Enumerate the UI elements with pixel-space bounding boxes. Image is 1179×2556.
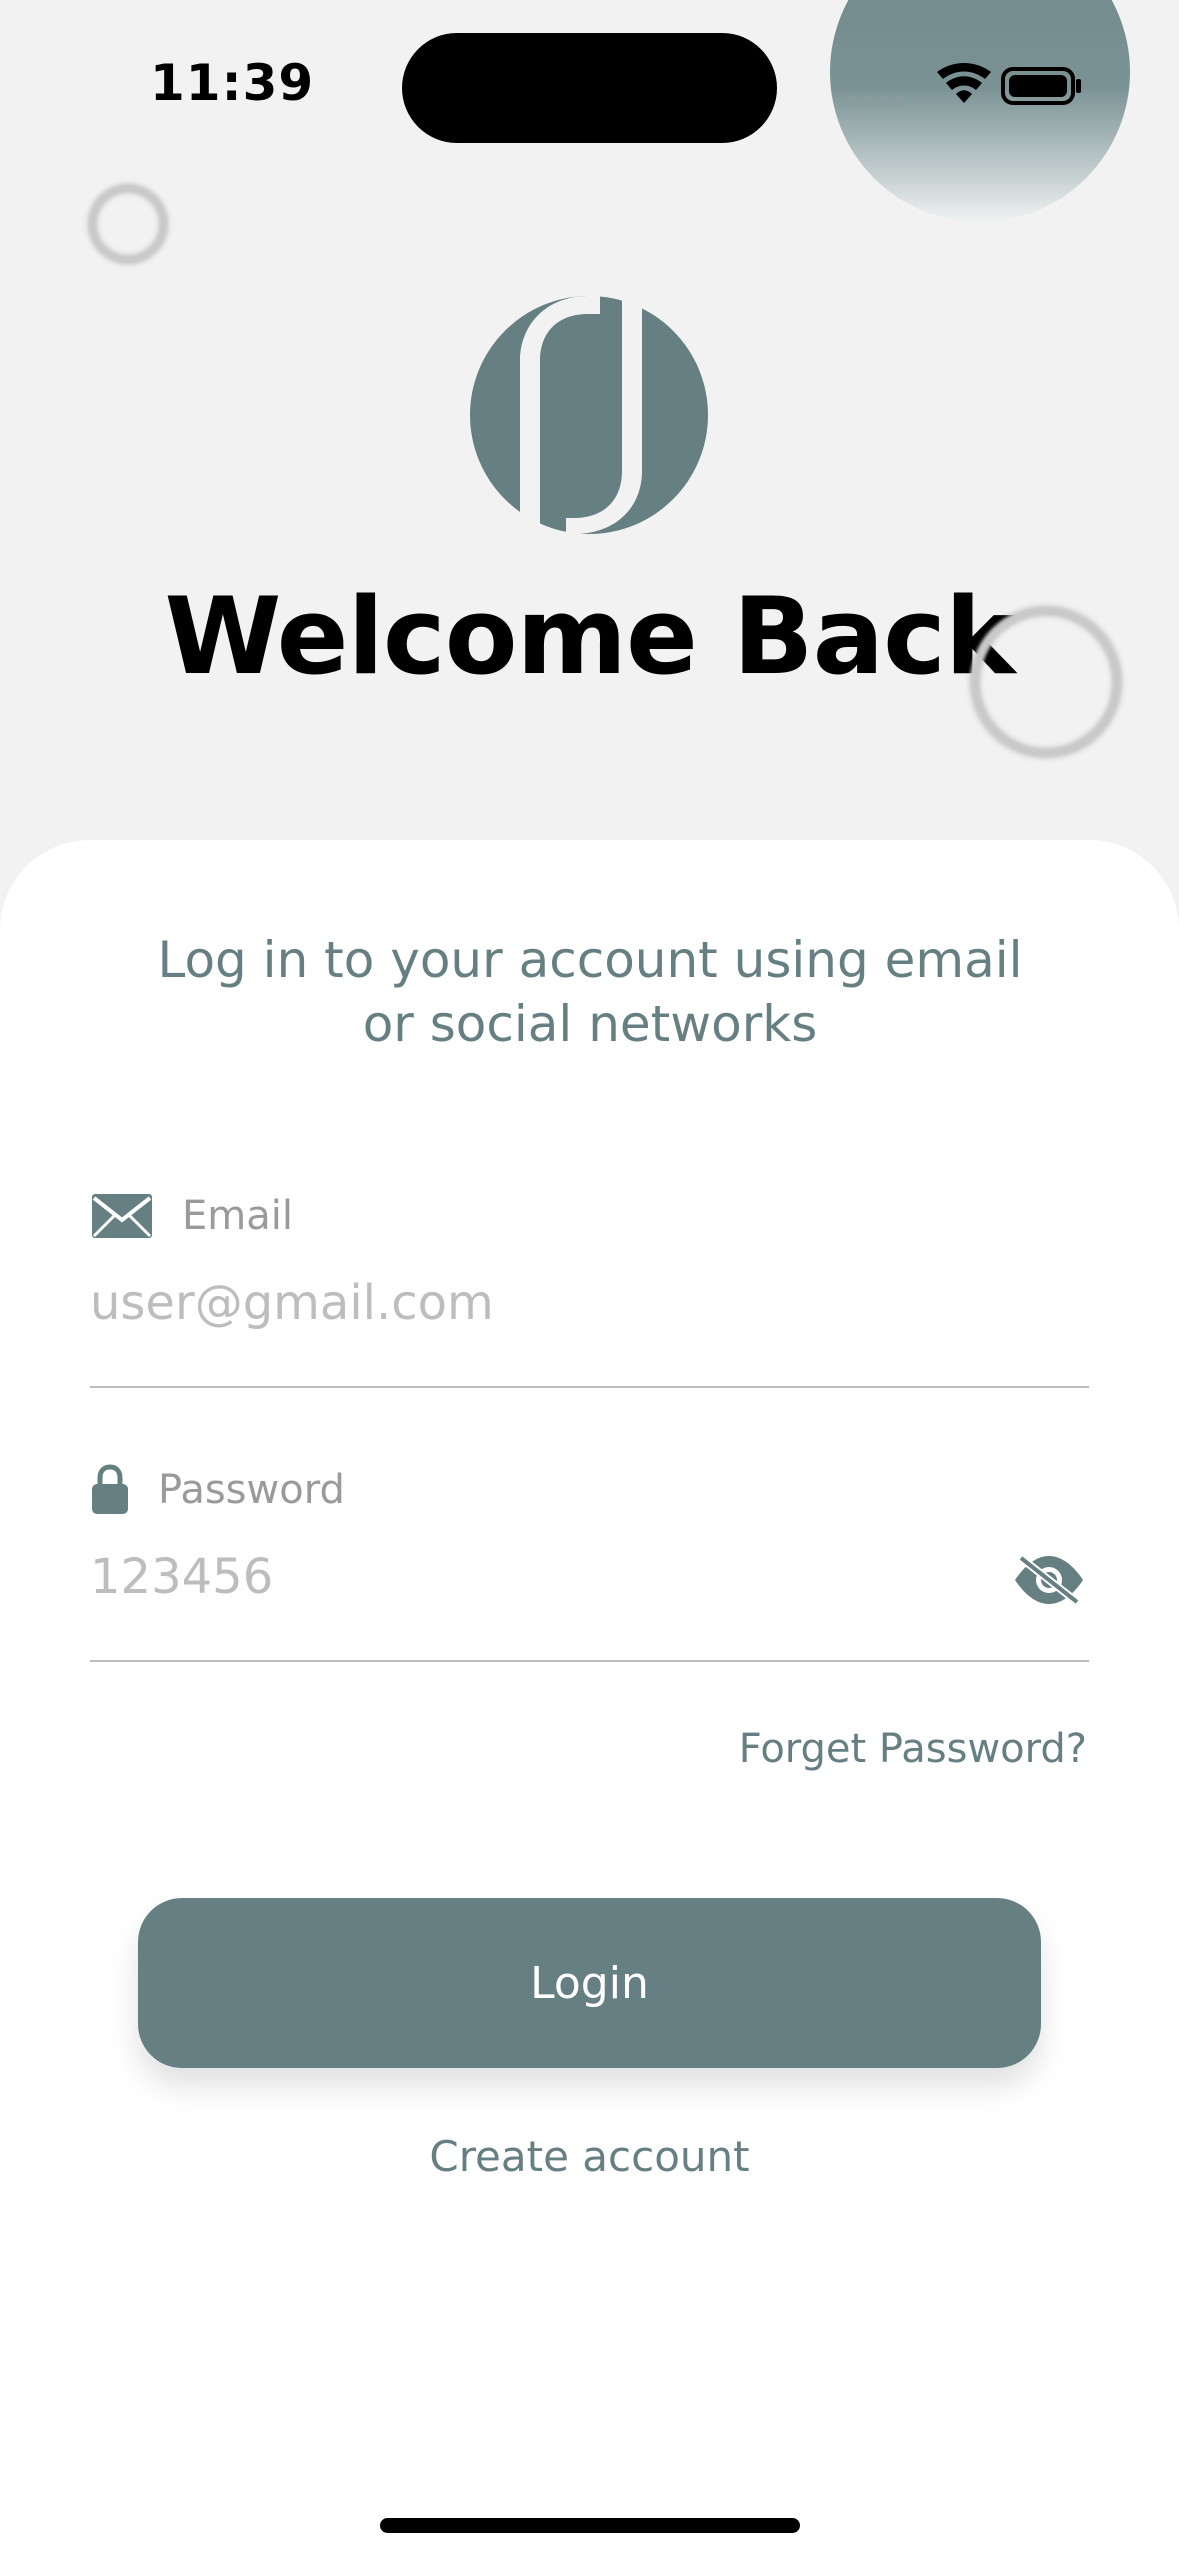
email-label-row: Email <box>90 1186 293 1246</box>
password-field-group: Password <box>90 1460 1089 1664</box>
login-button[interactable]: Login <box>138 1898 1041 2068</box>
battery-icon <box>1001 67 1081 105</box>
home-indicator <box>380 2518 800 2533</box>
password-label-row: Password <box>90 1460 345 1520</box>
login-subtitle: Log in to your account using email or so… <box>90 928 1090 1056</box>
signal-icon <box>845 96 903 106</box>
password-label: Password <box>158 1467 345 1513</box>
status-bar: 11:39 <box>0 0 1179 170</box>
app-logo <box>470 296 708 534</box>
status-time: 11:39 <box>150 54 315 112</box>
password-input[interactable] <box>90 1542 970 1612</box>
forgot-password-link[interactable]: Forget Password? <box>739 1726 1087 1772</box>
create-account-link[interactable]: Create account <box>0 2132 1179 2181</box>
eye-slash-icon[interactable] <box>1013 1554 1085 1606</box>
password-underline <box>90 1660 1089 1662</box>
status-icons <box>845 63 1081 106</box>
email-field-group: Email <box>90 1186 1089 1390</box>
email-label: Email <box>182 1193 293 1239</box>
lock-icon <box>92 1464 128 1514</box>
wifi-icon <box>937 63 991 103</box>
dynamic-island <box>402 33 777 143</box>
login-card <box>0 840 1179 2556</box>
decorative-ring-large <box>970 606 1122 758</box>
subtitle-line-2: or social networks <box>362 995 818 1053</box>
subtitle-line-1: Log in to your account using email <box>157 931 1023 989</box>
decorative-ring-small <box>88 184 168 264</box>
email-underline <box>90 1386 1089 1388</box>
email-input[interactable] <box>90 1268 1089 1338</box>
envelope-icon <box>92 1194 152 1238</box>
